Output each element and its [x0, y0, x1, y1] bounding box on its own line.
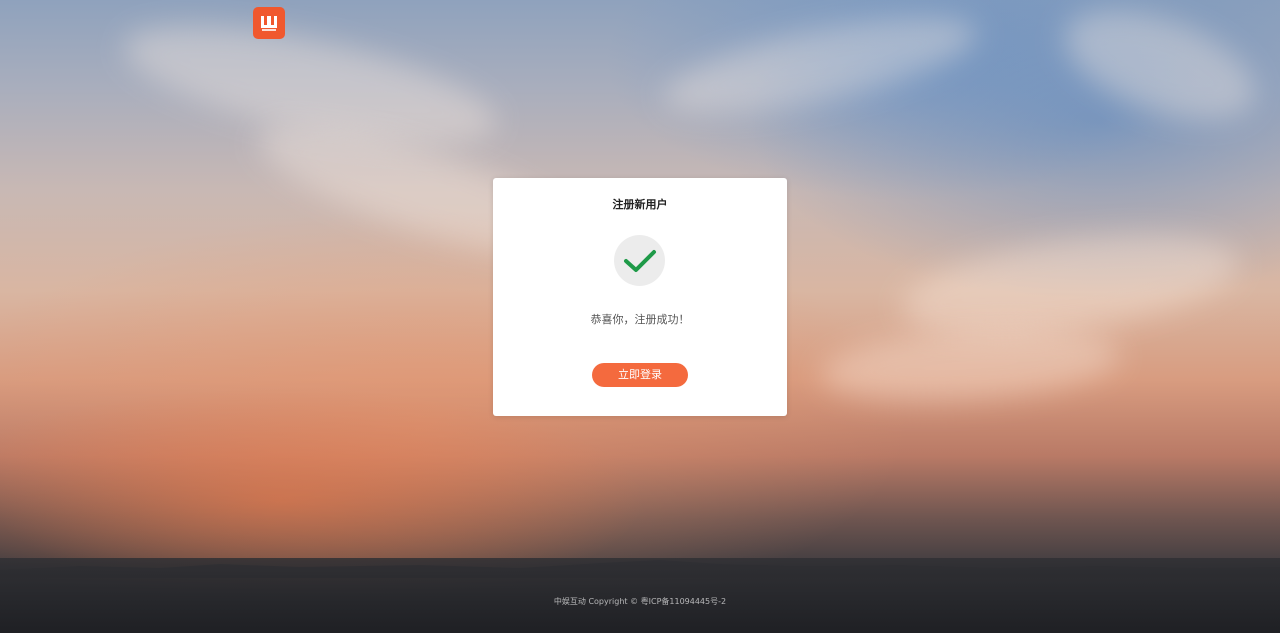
success-badge [614, 235, 665, 286]
card-title: 注册新用户 [612, 198, 668, 211]
brand-logo[interactable] [253, 7, 285, 39]
check-icon [623, 249, 656, 272]
registration-success-card: 注册新用户 恭喜你，注册成功！ 立即登录 [493, 178, 787, 416]
cloud [1050, 0, 1270, 142]
success-message: 恭喜你，注册成功！ [590, 313, 690, 326]
cloud [656, 0, 984, 133]
brand-logo-icon [261, 16, 277, 31]
cloud [817, 319, 1123, 411]
login-now-button[interactable]: 立即登录 [592, 363, 688, 387]
footer-copyright: 中娱互动 Copyright © 粤ICP备11094445号-2 [553, 597, 727, 606]
